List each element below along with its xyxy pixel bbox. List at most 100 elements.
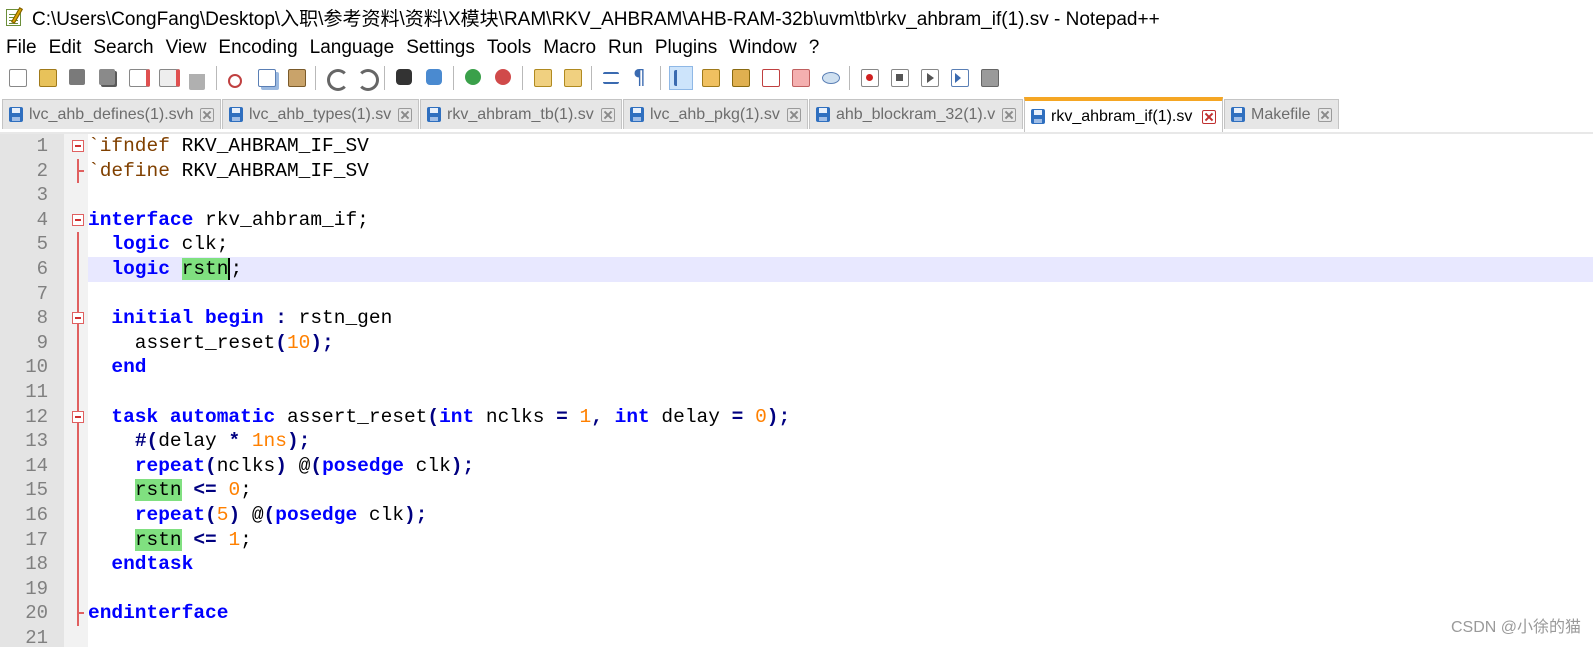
close-tab-icon[interactable]	[1202, 109, 1216, 124]
close-tab-icon[interactable]	[398, 107, 412, 122]
fold-line	[77, 552, 79, 577]
replace-icon[interactable]	[423, 66, 447, 90]
save-macro-icon[interactable]	[978, 66, 1002, 90]
close-icon[interactable]	[126, 66, 150, 90]
tab-label: lvc_ahb_types(1).sv	[249, 105, 392, 123]
code-line[interactable]: 8 initial begin : rstn_gen	[0, 306, 1593, 331]
eye-icon[interactable]	[819, 66, 843, 90]
menu-settings[interactable]: Settings	[400, 35, 481, 61]
code-line-current[interactable]: 6 logic rstn;	[0, 256, 1593, 282]
close-tab-icon[interactable]	[1002, 107, 1016, 122]
close-tab-icon[interactable]	[1318, 107, 1332, 122]
find-icon[interactable]	[393, 66, 417, 90]
undo-icon[interactable]	[324, 66, 349, 91]
code-text: rstn <= 0;	[134, 479, 252, 502]
play-macro-icon[interactable]	[918, 66, 942, 90]
code-line[interactable]: 14 repeat(nclks) @(posedge clk);	[0, 453, 1593, 479]
code-line[interactable]: 21	[0, 626, 1593, 647]
fold-toggle-icon[interactable]	[72, 140, 84, 152]
tab-label: ahb_blockram_32(1).v	[836, 105, 996, 123]
code-line[interactable]: 16 repeat(5) @(posedge clk);	[0, 502, 1593, 528]
menu-tools[interactable]: Tools	[481, 35, 537, 61]
monitoring-icon[interactable]	[789, 66, 813, 90]
menu-view[interactable]: View	[160, 35, 213, 61]
save-all-icon[interactable]	[96, 66, 120, 90]
record-macro-icon[interactable]	[858, 66, 882, 90]
show-all-chars-icon[interactable]: ¶	[630, 66, 654, 90]
code-line[interactable]: 5 logic clk;	[0, 232, 1593, 257]
code-text: assert_reset(10);	[88, 331, 334, 354]
code-line[interactable]: 20 endinterface	[0, 601, 1593, 626]
fold-toggle-icon[interactable]	[72, 213, 84, 226]
code-editor[interactable]: 1 `ifndef RKV_AHBRAM_IF_SV 2 `define RKV…	[0, 134, 1593, 647]
code-lines: 1 `ifndef RKV_AHBRAM_IF_SV 2 `define RKV…	[0, 134, 1593, 647]
doc-map-icon[interactable]	[699, 66, 723, 90]
tab-makefile[interactable]: Makefile	[1224, 99, 1339, 129]
close-tab-icon[interactable]	[200, 107, 214, 122]
tab-ahb-blockram-32[interactable]: ahb_blockram_32(1).v	[809, 99, 1023, 129]
new-file-icon[interactable]	[6, 66, 30, 90]
code-line[interactable]: 1 `ifndef RKV_AHBRAM_IF_SV	[0, 134, 1593, 159]
close-tab-icon[interactable]	[601, 107, 615, 122]
tab-lvc-ahb-types[interactable]: lvc_ahb_types(1).sv	[222, 99, 419, 129]
folder-workspace-icon[interactable]	[759, 66, 783, 90]
fold-line	[77, 576, 79, 602]
toolbar: ¶	[0, 62, 1593, 94]
close-all-icon[interactable]	[156, 66, 180, 90]
cut-icon[interactable]	[225, 66, 249, 90]
indent-guide-icon[interactable]	[669, 66, 693, 90]
code-line[interactable]: 2 `define RKV_AHBRAM_IF_SV	[0, 158, 1593, 184]
tab-lvc-ahb-defines[interactable]: lvc_ahb_defines(1).svh	[2, 99, 221, 129]
copy-icon[interactable]	[255, 66, 279, 90]
redo-icon[interactable]	[354, 66, 379, 91]
save-disk-icon	[1031, 109, 1045, 124]
save-disk-icon	[630, 107, 644, 122]
code-line[interactable]: 3	[0, 183, 1593, 208]
tab-rkv-ahbram-if[interactable]: rkv_ahbram_if(1).sv	[1024, 97, 1223, 132]
code-line[interactable]: 12 task automatic assert_reset(int nclks…	[0, 404, 1593, 430]
close-tab-icon[interactable]	[787, 107, 801, 122]
run-macro-multiple-icon[interactable]	[948, 66, 972, 90]
zoom-out-icon[interactable]	[492, 66, 516, 90]
sync-horizontal-icon[interactable]	[561, 66, 585, 90]
tab-lvc-ahb-pkg[interactable]: lvc_ahb_pkg(1).sv	[623, 99, 808, 129]
menu-macro[interactable]: Macro	[537, 35, 602, 61]
code-line[interactable]: 4 interface rkv_ahbram_if;	[0, 208, 1593, 233]
word-wrap-icon[interactable]	[600, 66, 624, 90]
code-line[interactable]: 10 end	[0, 355, 1593, 380]
tab-rkv-ahbram-tb[interactable]: rkv_ahbram_tb(1).sv	[420, 99, 622, 129]
menu-edit[interactable]: Edit	[43, 35, 88, 61]
code-line[interactable]: 7	[0, 281, 1593, 307]
function-list-icon[interactable]	[729, 66, 753, 90]
code-line[interactable]: 13 #(delay * 1ns);	[0, 429, 1593, 454]
menu-encoding[interactable]: Encoding	[212, 35, 303, 61]
code-line[interactable]: 19	[0, 576, 1593, 602]
fold-toggle-icon[interactable]	[72, 312, 84, 325]
code-text: initial begin : rstn_gen	[111, 307, 393, 330]
open-file-icon[interactable]	[36, 66, 60, 90]
code-line[interactable]: 15 rstn <= 0;	[0, 478, 1593, 503]
menu-plugins[interactable]: Plugins	[649, 35, 723, 61]
menu-window[interactable]: Window	[723, 35, 803, 61]
menu-help[interactable]: ?	[803, 35, 826, 61]
code-line[interactable]: 17 rstn <= 1;	[0, 527, 1593, 553]
menu-language[interactable]: Language	[304, 35, 401, 61]
code-line[interactable]: 11	[0, 379, 1593, 405]
sync-vertical-icon[interactable]	[531, 66, 555, 90]
code-line[interactable]: 18 endtask	[0, 552, 1593, 577]
menu-file[interactable]: File	[0, 35, 43, 61]
zoom-in-icon[interactable]	[462, 66, 486, 90]
line-number: 1	[36, 135, 48, 157]
menu-search[interactable]: Search	[87, 35, 159, 61]
fold-toggle-icon[interactable]	[72, 410, 84, 423]
code-line[interactable]: 9 assert_reset(10);	[0, 330, 1593, 356]
line-number: 13	[25, 430, 48, 453]
line-number: 5	[36, 233, 48, 256]
menu-run[interactable]: Run	[602, 35, 649, 61]
paste-icon[interactable]	[285, 66, 309, 90]
save-icon[interactable]	[66, 66, 90, 90]
code-text: task automatic assert_reset(int nclks = …	[111, 405, 791, 428]
stop-record-icon[interactable]	[888, 66, 912, 90]
print-icon[interactable]	[186, 66, 210, 90]
